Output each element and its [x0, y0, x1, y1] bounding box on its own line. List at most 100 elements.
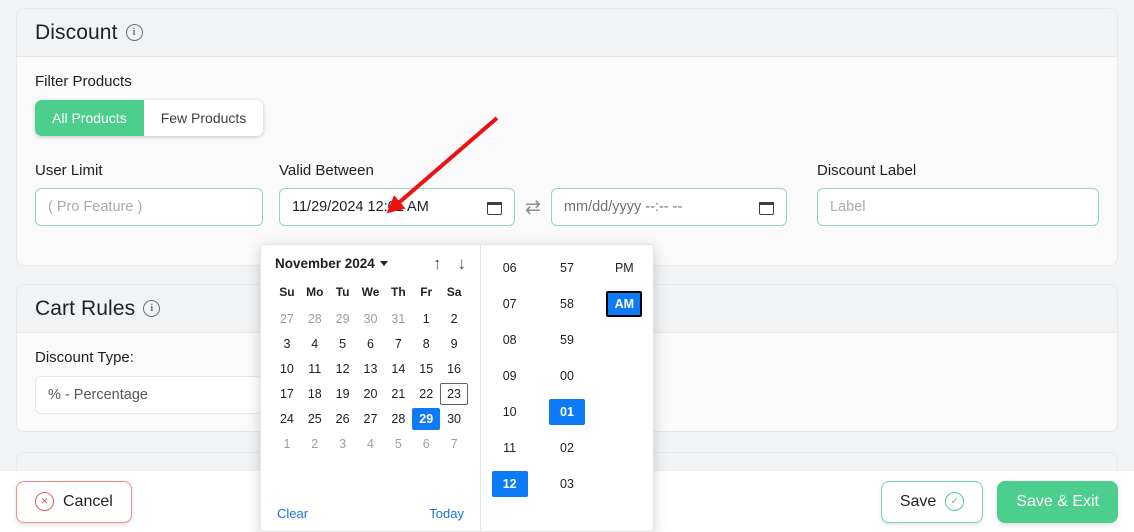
calendar-day[interactable]: 11	[301, 358, 329, 380]
calendar-nav-group: ↑ ↓	[433, 255, 466, 272]
calendar-day[interactable]: 9	[440, 333, 468, 355]
calendar-day[interactable]: 7	[440, 433, 468, 455]
calendar-day[interactable]: 1	[273, 433, 301, 455]
valid-between-label: Valid Between	[279, 162, 374, 179]
calendar-day[interactable]: 1	[412, 308, 440, 330]
calendar-day[interactable]: 6	[412, 433, 440, 455]
calendar-day[interactable]: 4	[301, 333, 329, 355]
calendar-day[interactable]: 3	[273, 333, 301, 355]
calendar-day[interactable]: 2	[301, 433, 329, 455]
calendar-day[interactable]: 27	[357, 408, 385, 430]
valid-to-placeholder: mm/dd/yyyy --:-- --	[563, 199, 683, 215]
datetime-picker-popup[interactable]: November 2024 ↑ ↓ Su Mo Tu We Th Fr Sa 27 28 29 30…	[260, 244, 654, 532]
hour-cell[interactable]: 10	[492, 399, 528, 425]
calendar-day[interactable]: 5	[384, 433, 412, 455]
hour-cell[interactable]: 09	[492, 363, 528, 389]
calendar-day[interactable]: 17	[273, 383, 301, 405]
meridiem-cell[interactable]: PM	[606, 255, 642, 281]
discount-card-header: Discount i	[17, 9, 1117, 57]
calendar-day[interactable]: 12	[329, 358, 357, 380]
discount-label-group: Discount Label Label	[817, 162, 1099, 226]
calendar-day[interactable]: 10	[273, 358, 301, 380]
meridiem-column[interactable]: PM AM	[596, 255, 653, 523]
minute-column[interactable]: 57 58 59 00 01 02 03	[538, 255, 595, 523]
arrow-down-icon[interactable]: ↓	[458, 255, 467, 272]
calendar-day[interactable]: 27	[273, 308, 301, 330]
valid-between-row: 11/29/2024 12:01 AM ⇄ mm/dd/yyyy --:-- -…	[279, 188, 801, 226]
hour-cell[interactable]: 08	[492, 327, 528, 353]
calendar-day[interactable]: 13	[357, 358, 385, 380]
cancel-button[interactable]: ✕ Cancel	[16, 480, 132, 523]
calendar-day[interactable]: 18	[301, 383, 329, 405]
calendar-day[interactable]: 20	[357, 383, 385, 405]
discount-type-select-wrap: % - Percentage	[35, 376, 263, 414]
calendar-day[interactable]: 5	[329, 333, 357, 355]
save-button[interactable]: Save ✓	[880, 480, 984, 523]
calendar-day[interactable]: 8	[412, 333, 440, 355]
chevron-down-icon[interactable]	[379, 261, 388, 266]
valid-between-group: Valid Between 11/29/2024 12:01 AM ⇄ mm/d…	[279, 162, 801, 226]
calendar-day[interactable]: 15	[412, 358, 440, 380]
calendar-weekday-we: We	[361, 285, 380, 299]
calendar-month-selector[interactable]: November 2024	[275, 256, 388, 271]
calendar-day[interactable]: 28	[301, 308, 329, 330]
user-limit-input[interactable]: ( Pro Feature )	[35, 188, 263, 226]
calendar-day[interactable]: 24	[273, 408, 301, 430]
today-button[interactable]: Today	[429, 506, 464, 521]
info-icon[interactable]: i	[143, 300, 161, 317]
segment-few-products[interactable]: Few Products	[143, 100, 264, 136]
calendar-day[interactable]: 6	[357, 333, 385, 355]
calendar-day[interactable]: 26	[329, 408, 357, 430]
calendar-day[interactable]: 25	[301, 408, 329, 430]
calendar-day[interactable]: 29	[329, 308, 357, 330]
save-and-exit-button[interactable]: Save & Exit	[997, 480, 1118, 523]
clear-button[interactable]: Clear	[277, 506, 308, 521]
calendar-day[interactable]: 22	[412, 383, 440, 405]
calendar-day[interactable]: 7	[384, 333, 412, 355]
valid-from-datetime-input[interactable]: 11/29/2024 12:01 AM	[279, 188, 515, 226]
calendar-day[interactable]: 3	[329, 433, 357, 455]
calendar-day[interactable]: 4	[357, 433, 385, 455]
calendar-day[interactable]: 14	[384, 358, 412, 380]
calendar-day[interactable]: 19	[329, 383, 357, 405]
calendar-day[interactable]: 16	[440, 358, 468, 380]
minute-cell[interactable]: 57	[549, 255, 585, 281]
calendar-weekday-su: Su	[279, 285, 295, 299]
calendar-icon[interactable]	[758, 200, 774, 215]
minute-cell[interactable]: 59	[549, 327, 585, 353]
valid-to-datetime-input[interactable]: mm/dd/yyyy --:-- --	[550, 188, 787, 226]
meridiem-cell[interactable]: AM	[606, 291, 643, 317]
minute-cell[interactable]: 02	[549, 435, 585, 461]
info-icon[interactable]: i	[125, 24, 143, 41]
calendar-day[interactable]: 30	[440, 408, 468, 430]
calendar-weekday-tu: Tu	[335, 285, 350, 299]
minute-cell[interactable]: 01	[548, 399, 585, 425]
hour-cell[interactable]: 07	[492, 291, 528, 317]
calendar-day[interactable]: 28	[384, 408, 412, 430]
calendar-day[interactable]: 29	[412, 408, 441, 430]
discount-label-input[interactable]: Label	[817, 188, 1099, 226]
minute-cell[interactable]: 58	[549, 291, 585, 317]
calendar-grid[interactable]: Su Mo Tu We Th Fr Sa 27 28 29 30 31 1 2 3 4 5 6 7 8 9 10 11 12 1…	[273, 282, 468, 455]
minute-cell[interactable]: 00	[549, 363, 585, 389]
swap-arrows-icon[interactable]: ⇄	[525, 198, 541, 217]
valid-from-value: 11/29/2024 12:01 AM	[292, 199, 429, 215]
hour-column[interactable]: 06 07 08 09 10 11 12	[481, 255, 538, 523]
arrow-up-icon[interactable]: ↑	[433, 255, 442, 272]
calendar-month-label: November 2024	[275, 256, 375, 271]
hour-cell[interactable]: 12	[491, 471, 528, 497]
segment-all-products[interactable]: All Products	[35, 100, 144, 136]
calendar-day[interactable]: 30	[357, 308, 385, 330]
calendar-day[interactable]: 2	[440, 308, 468, 330]
calendar-footer: Clear Today	[273, 498, 468, 525]
filter-products-segmented-control[interactable]: All Products Few Products	[35, 100, 264, 136]
hour-cell[interactable]: 11	[492, 435, 528, 461]
calendar-weekday-sa: Sa	[446, 285, 462, 299]
calendar-day[interactable]: 31	[384, 308, 412, 330]
hour-cell[interactable]: 06	[492, 255, 528, 281]
calendar-day[interactable]: 21	[384, 383, 412, 405]
calendar-icon[interactable]	[487, 200, 502, 215]
minute-cell[interactable]: 03	[549, 471, 585, 497]
calendar-day[interactable]: 23	[440, 383, 468, 405]
discount-type-select[interactable]: % - Percentage	[35, 376, 263, 414]
